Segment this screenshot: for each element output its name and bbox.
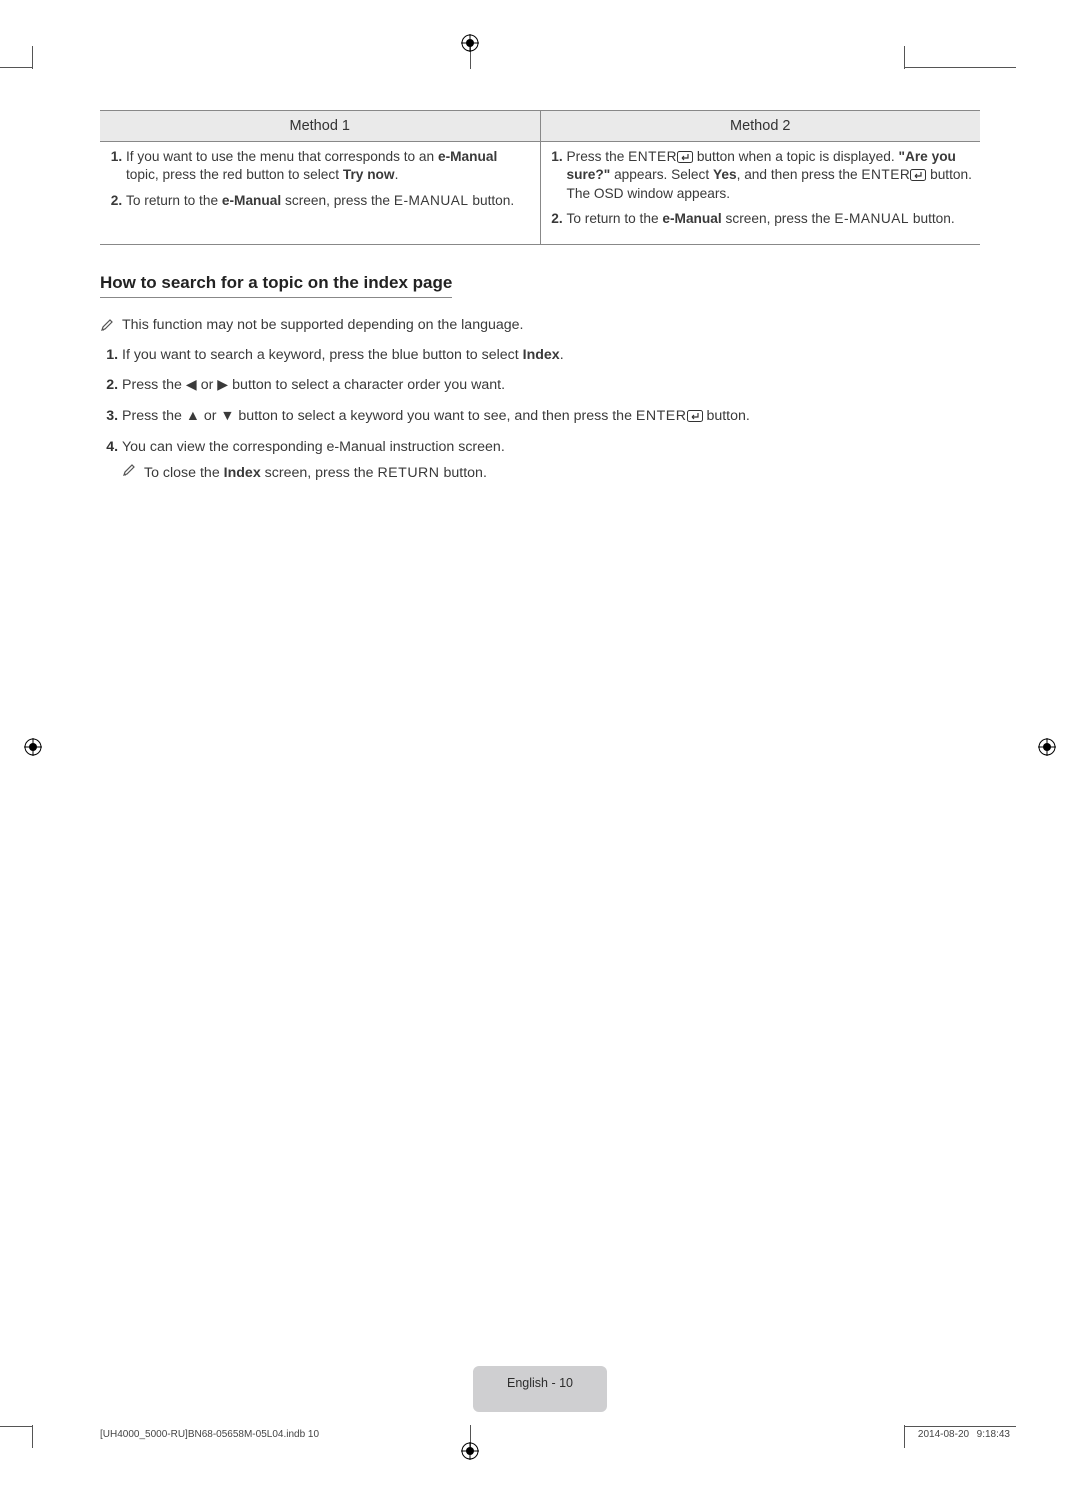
text-bold: e-Manual: [662, 211, 721, 226]
button-label: RETURN: [377, 465, 439, 481]
crop-mark: [904, 1426, 1016, 1427]
footer-meta-left: [UH4000_5000-RU]BN68-05658M-05L04.indb 1…: [100, 1429, 319, 1440]
footer-meta-right: 2014-08-20 9:18:43: [918, 1429, 1010, 1440]
text: screen, press the: [281, 193, 394, 208]
text: To return to the: [567, 211, 663, 226]
table-row: If you want to use the menu that corresp…: [100, 142, 980, 245]
registration-mark-icon: [24, 738, 42, 756]
registration-mark-icon: [1038, 738, 1056, 756]
triangle-down-icon: ▼: [220, 408, 234, 424]
steps-list: If you want to search a keyword, press t…: [100, 345, 980, 484]
text: or: [200, 408, 221, 424]
button-label: E-MANUAL: [834, 211, 909, 226]
list-item: If you want to search a keyword, press t…: [122, 345, 980, 366]
text-bold: e-Manual: [222, 193, 281, 208]
page-content: Method 1 Method 2 If you want to use the…: [100, 110, 980, 1404]
crop-mark: [0, 1426, 32, 1427]
list-item: Press the ▲ or ▼ button to select a keyw…: [122, 406, 980, 427]
text: If you want to search a keyword, press t…: [122, 347, 523, 363]
note-text: This function may not be supported depen…: [122, 316, 523, 339]
button-label: E-MANUAL: [394, 193, 469, 208]
enter-icon: [910, 169, 926, 181]
text-bold: Try now: [343, 167, 395, 182]
enter-icon: [677, 151, 693, 163]
text-bold: Yes: [713, 167, 737, 182]
enter-icon: [687, 410, 703, 422]
button-label: ENTER: [628, 149, 677, 164]
table-header-method2: Method 2: [540, 111, 980, 142]
sub-note: To close the Index screen, press the RET…: [122, 463, 980, 484]
text: or: [197, 377, 218, 393]
text: button.: [469, 193, 515, 208]
crop-mark: [0, 67, 32, 68]
crop-mark: [904, 67, 1016, 68]
list-item: Press the ◀ or ▶ button to select a char…: [122, 375, 980, 396]
text: If you want to use the menu that corresp…: [126, 149, 438, 164]
page-number-pill: English - 10: [473, 1366, 607, 1412]
sub-note-text: To close the Index screen, press the RET…: [144, 463, 487, 484]
registration-mark-icon: [461, 34, 479, 52]
text: , and then press the: [737, 167, 862, 182]
list-item: If you want to use the menu that corresp…: [126, 148, 532, 185]
text: topic, press the red button to select: [126, 167, 343, 182]
text: screen, press the: [261, 465, 378, 481]
button-label: ENTER: [861, 167, 910, 182]
text: .: [395, 167, 399, 182]
text: Press the: [122, 408, 186, 424]
text: To return to the: [126, 193, 222, 208]
text: button to select a character order you w…: [228, 377, 505, 393]
text: .: [560, 347, 564, 363]
list-item: You can view the corresponding e-Manual …: [122, 437, 980, 484]
list-item: Press the ENTER button when a topic is d…: [567, 148, 973, 203]
text: button.: [909, 211, 955, 226]
text: appears. Select: [610, 167, 713, 182]
text: To close the: [144, 465, 224, 481]
text-bold: Index: [523, 347, 560, 363]
triangle-left-icon: ◀: [186, 377, 197, 393]
triangle-right-icon: ▶: [217, 377, 228, 393]
list-item: To return to the e-Manual screen, press …: [567, 210, 973, 228]
text: screen, press the: [722, 211, 835, 226]
text: Press the: [567, 149, 629, 164]
crop-mark: [32, 46, 33, 69]
crop-mark: [904, 1425, 905, 1448]
list-item: To return to the e-Manual screen, press …: [126, 192, 532, 210]
method2-cell: Press the ENTER button when a topic is d…: [540, 142, 980, 245]
text-bold: Index: [224, 465, 261, 481]
note: This function may not be supported depen…: [100, 316, 980, 339]
note-icon: [100, 318, 114, 339]
text: Press the: [122, 377, 186, 393]
table-header-method1: Method 1: [100, 111, 540, 142]
text: button to select a keyword you want to s…: [234, 408, 635, 424]
registration-mark-icon: [461, 1442, 479, 1460]
crop-mark: [32, 1425, 33, 1448]
text: button.: [440, 465, 487, 481]
section-title: How to search for a topic on the index p…: [100, 273, 452, 298]
note-icon: [122, 463, 136, 484]
triangle-up-icon: ▲: [186, 408, 200, 424]
method1-cell: If you want to use the menu that corresp…: [100, 142, 540, 245]
text-bold: e-Manual: [438, 149, 497, 164]
button-label: ENTER: [636, 408, 687, 424]
text: button.: [703, 408, 750, 424]
text: button when a topic is displayed.: [693, 149, 898, 164]
page-number-label: English - 10: [507, 1376, 573, 1390]
crop-mark: [904, 46, 905, 69]
methods-table: Method 1 Method 2 If you want to use the…: [100, 110, 980, 245]
text: You can view the corresponding e-Manual …: [122, 439, 505, 455]
